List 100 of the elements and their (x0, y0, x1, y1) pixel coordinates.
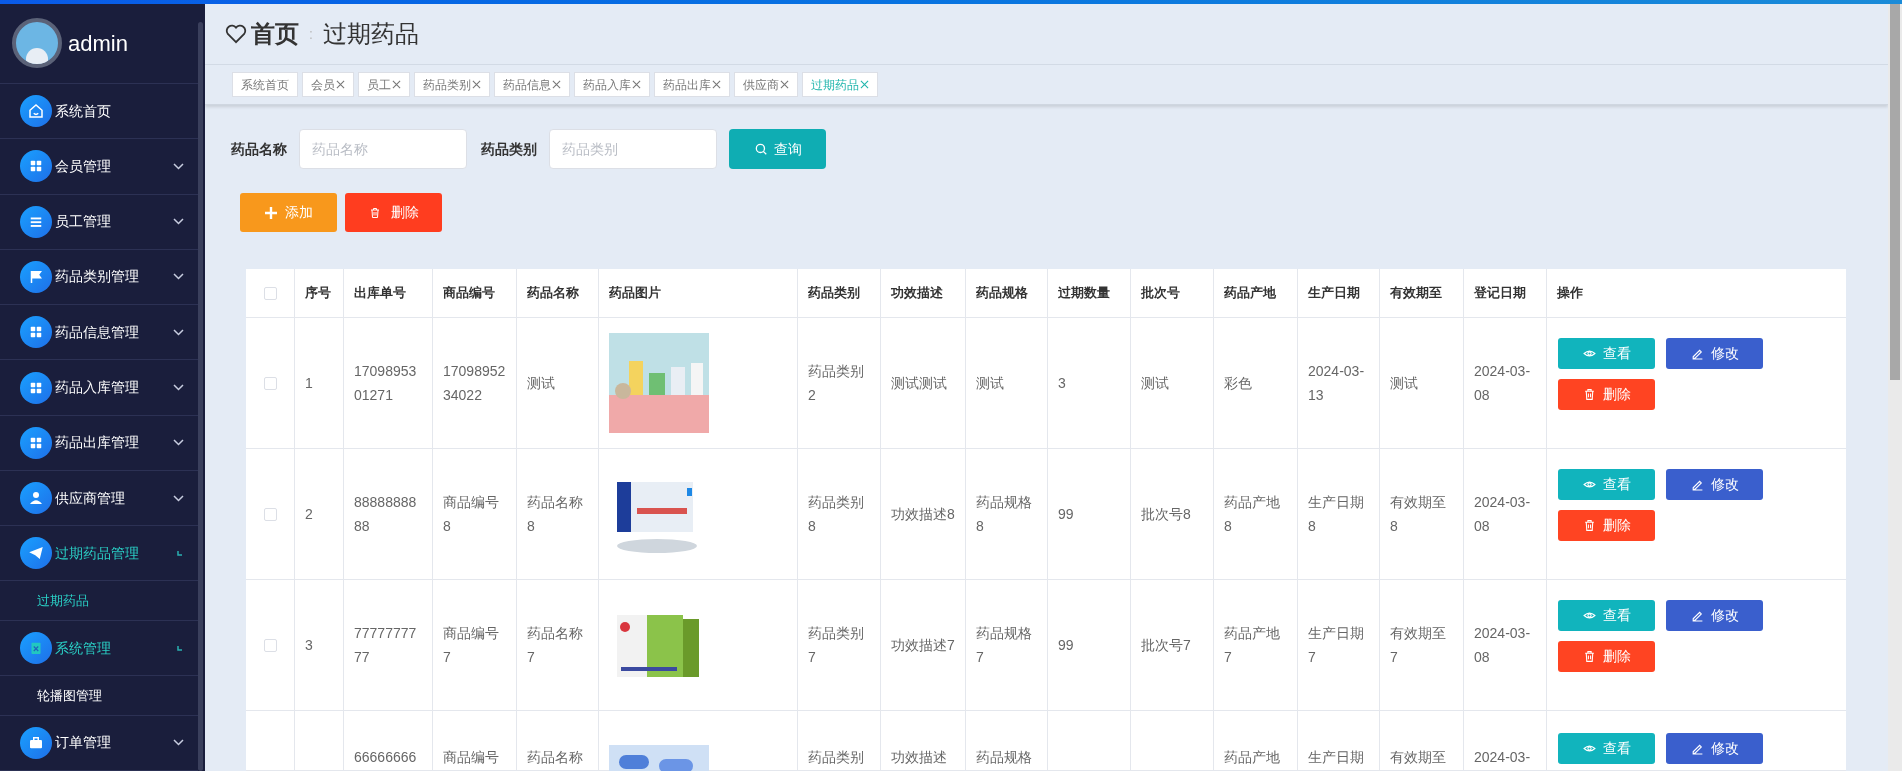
close-icon[interactable] (632, 80, 641, 90)
chevron-down-icon (173, 739, 184, 747)
menu-item[interactable]: 系统管理 (0, 620, 198, 677)
caret-icon (176, 549, 184, 558)
breadcrumb-current: 过期药品 (322, 19, 419, 50)
view-button[interactable]: 查看 (1558, 733, 1655, 764)
table-cell-text: 1709895234022 (443, 362, 506, 405)
table-cell-text: 66666666 (354, 748, 417, 767)
menu-item[interactable]: 订单管理 (0, 715, 198, 771)
search-field[interactable]: 药品类别 (549, 129, 717, 169)
view-button[interactable]: 查看 (1558, 338, 1655, 369)
column-header: 功效描述 (891, 284, 943, 303)
table-cell-text: 测试 (1141, 374, 1169, 393)
column-header: 过期数量 (1058, 284, 1110, 303)
menu-item[interactable]: 员工管理 (0, 194, 198, 250)
row-checkbox[interactable] (263, 376, 277, 390)
chevron-down-icon (173, 162, 184, 170)
table-cell-text: 有效期至8 (1390, 493, 1447, 536)
edit-button[interactable]: 修改 (1666, 733, 1763, 764)
close-icon[interactable] (392, 80, 401, 90)
breadcrumb-home[interactable]: 首页 (251, 16, 299, 53)
close-icon[interactable] (712, 80, 721, 90)
table-cell-text: 彩色 (1224, 374, 1252, 393)
table-cell-text: 测试 (527, 374, 555, 393)
tab[interactable]: 系统首页 (232, 72, 298, 98)
close-icon[interactable] (472, 80, 481, 90)
chevron-down-icon (173, 439, 184, 447)
column-header: 药品规格 (976, 284, 1028, 303)
row-checkbox[interactable] (263, 638, 277, 652)
table-cell-text: 药品名称8 (527, 493, 584, 536)
column-header: 序号 (305, 284, 331, 303)
menu-icon (20, 316, 52, 349)
chevron-down-icon (173, 328, 184, 336)
table-cell-text: 有效期至 (1390, 748, 1446, 767)
menu-item[interactable]: 药品信息管理 (0, 305, 198, 361)
table-cell-text: 药品类别 (808, 748, 864, 767)
edit-button[interactable]: 修改 (1666, 600, 1763, 631)
search-button[interactable]: 查询 (729, 129, 826, 169)
row-checkbox[interactable] (263, 507, 277, 521)
table-cell-text: 2024-03-08 (1474, 624, 1532, 667)
table-cell-text: 功效描述 (891, 748, 947, 767)
table-cell-text: 药品名称 (527, 748, 583, 767)
tab[interactable]: 过期药品 (802, 72, 878, 98)
column-header: 操作 (1557, 284, 1583, 303)
tab[interactable]: 药品信息 (494, 72, 570, 98)
scrollbar-thumb[interactable] (1890, 4, 1900, 380)
column-header: 商品编号 (443, 284, 495, 303)
table-cell-text: 测试 (976, 374, 1004, 393)
field-label: 药品类别 (481, 139, 537, 159)
tab[interactable]: 供应商 (734, 72, 798, 98)
tab[interactable]: 药品入库 (574, 72, 650, 98)
delete-button[interactable]: 删除 (345, 193, 442, 232)
edit-button[interactable]: 修改 (1666, 469, 1763, 500)
table-cell-text: 商品编号 (443, 748, 499, 767)
breadcrumb-separator: : (309, 24, 313, 44)
close-icon[interactable] (336, 80, 345, 90)
delete-button[interactable]: 删除 (1558, 510, 1655, 541)
menu-icon (20, 371, 52, 404)
username: admin (68, 29, 128, 58)
table-cell-text: 7777777777 (354, 624, 418, 667)
search-field[interactable]: 药品名称 (299, 129, 467, 169)
table-cell-text: 2024-03- (1474, 748, 1531, 767)
tab[interactable]: 药品类别 (414, 72, 490, 98)
delete-button[interactable]: 删除 (1558, 379, 1655, 410)
close-icon[interactable] (860, 80, 869, 90)
column-header: 有效期至 (1390, 284, 1442, 303)
menu-item[interactable]: 会员管理 (0, 139, 198, 195)
menu-item[interactable]: 药品出库管理 (0, 415, 198, 471)
tab[interactable]: 药品出库 (654, 72, 730, 98)
menu-item[interactable]: 系统首页 (0, 83, 198, 140)
menu-item[interactable]: 药品入库管理 (0, 360, 198, 416)
edit-button[interactable]: 修改 (1666, 338, 1763, 369)
avatar (12, 18, 62, 69)
heart-icon (225, 24, 247, 45)
table-cell-text: 功效描述7 (891, 636, 955, 655)
close-icon[interactable] (780, 80, 789, 90)
view-button[interactable]: 查看 (1558, 469, 1655, 500)
table-cell-text: 有效期至7 (1390, 624, 1447, 667)
table-cell-text: 药品规格7 (976, 624, 1033, 667)
table-cell-text: 药品规格8 (976, 493, 1033, 536)
close-icon[interactable] (552, 80, 561, 90)
eye-icon (1582, 347, 1596, 360)
trash-icon (368, 206, 381, 219)
select-all-checkbox[interactable] (263, 286, 277, 300)
delete-button[interactable]: 删除 (1558, 641, 1655, 672)
menu-item[interactable]: 过期药品管理 (0, 526, 198, 582)
tab[interactable]: 员工 (358, 72, 410, 98)
menu-icon (20, 205, 52, 238)
table-cell-text: 2024-03-13 (1308, 362, 1366, 405)
chevron-down-icon (173, 384, 184, 391)
table-cell-text: 药品产地7 (1224, 624, 1281, 667)
table-cell-text: 1 (305, 374, 313, 393)
table-cell-text: 2024-03-08 (1474, 362, 1532, 405)
tab[interactable]: 会员 (302, 72, 354, 98)
pen-icon (1690, 347, 1704, 360)
menu-item[interactable]: 药品类别管理 (0, 249, 198, 306)
menu-item[interactable]: 供应商管理 (0, 470, 198, 527)
view-button[interactable]: 查看 (1558, 600, 1655, 631)
trash-icon (1582, 388, 1596, 401)
chevron-down-icon (173, 218, 184, 226)
